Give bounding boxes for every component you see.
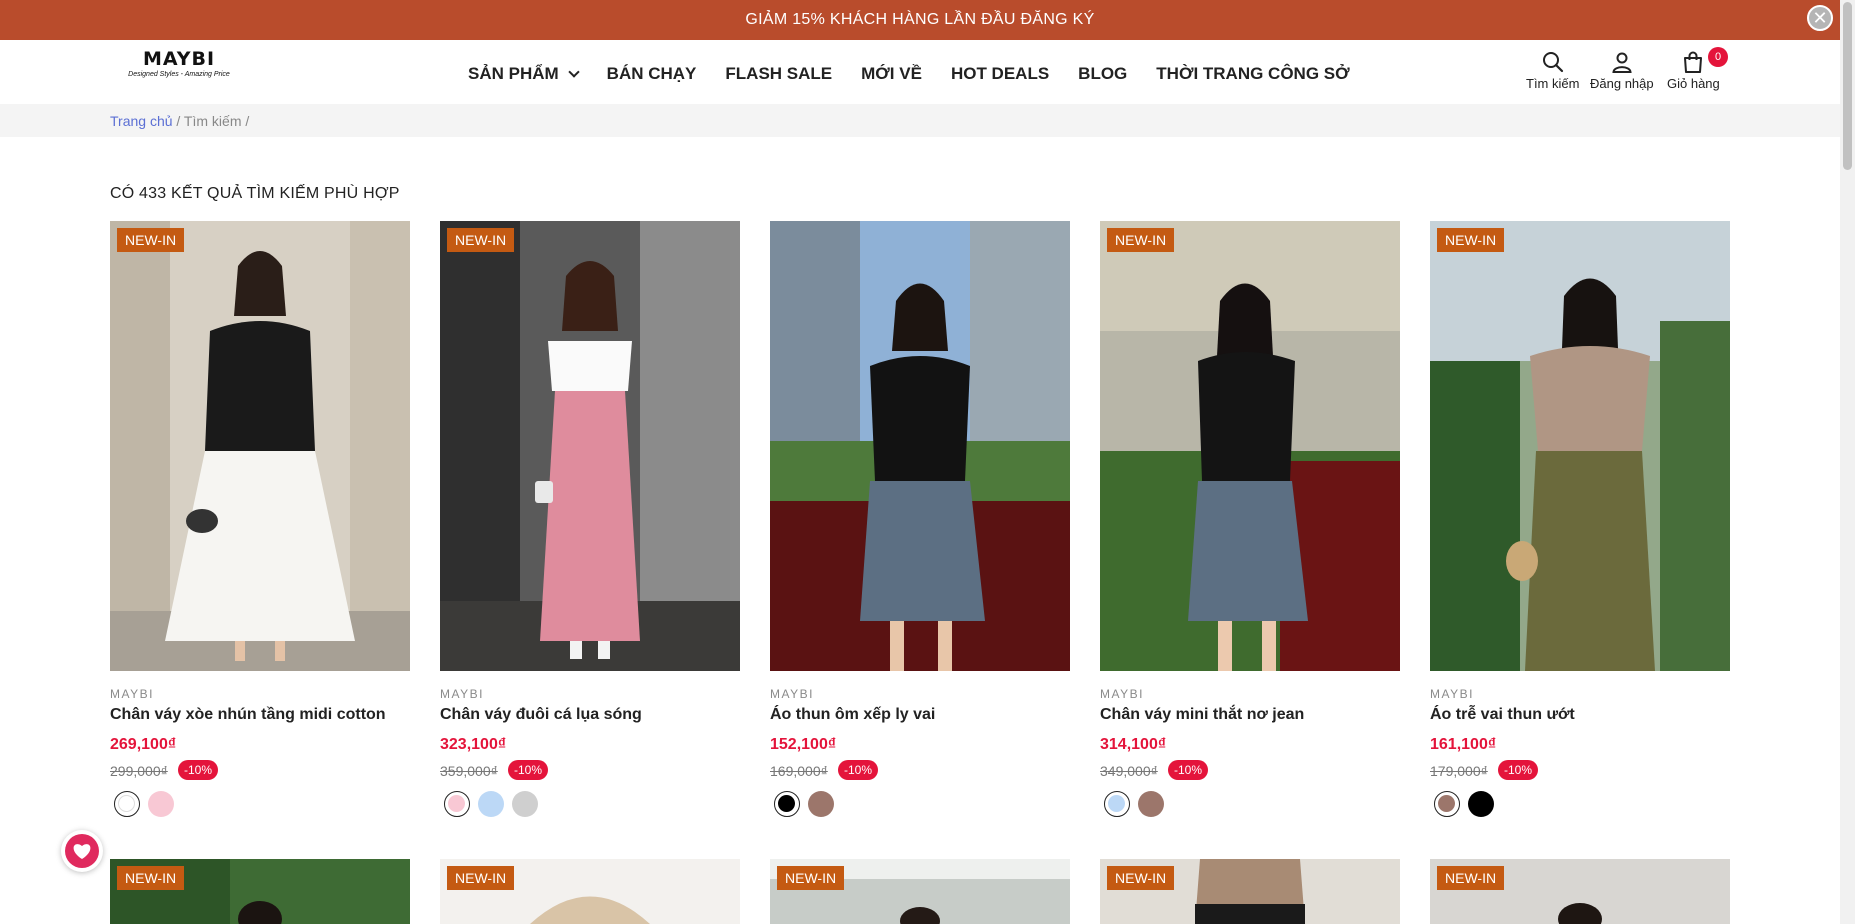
nav-item-office-fashion[interactable]: THỜI TRANG CÔNG SỞ (1156, 64, 1349, 84)
product-name[interactable]: Áo trễ vai thun ướt (1430, 706, 1575, 724)
new-in-badge: NEW-IN (1437, 228, 1505, 252)
search-button[interactable]: Tìm kiếm (1526, 50, 1579, 91)
product-old-price: 179,000₫ (1430, 763, 1488, 779)
product-card[interactable]: NEW-IN MAYBI Áo trễ vai thun ướt 161,100… (1430, 221, 1730, 821)
results-title: CÓ 433 KẾT QUẢ TÌM KIẾM PHÙ HỢP (110, 185, 400, 202)
nav-item-flash-sale[interactable]: FLASH SALE (725, 64, 832, 84)
product-card[interactable]: NEW-IN (770, 859, 1070, 924)
product-image[interactable]: NEW-IN (1100, 221, 1400, 671)
new-in-badge: NEW-IN (1107, 866, 1175, 890)
product-card[interactable]: NEW-IN (1430, 859, 1730, 924)
main-nav: SẢN PHẨM BÁN CHẠY FLASH SALE MỚI VỀ HOT … (468, 62, 1379, 86)
breadcrumb-bar: Trang chủ / Tìm kiếm / (0, 104, 1840, 137)
new-in-badge: NEW-IN (117, 866, 185, 890)
new-in-badge: NEW-IN (447, 866, 515, 890)
login-button[interactable]: Đăng nhập (1590, 50, 1654, 91)
cart-count-badge: 0 (1708, 47, 1728, 67)
favorites-button-inner (65, 834, 99, 868)
product-card[interactable]: NEW-IN (110, 859, 410, 924)
color-swatch-pink[interactable] (148, 791, 174, 817)
product-price: 152,100₫ (770, 736, 837, 753)
discount-badge: -10% (178, 760, 219, 780)
product-old-price: 169,000₫ (770, 763, 828, 779)
product-image[interactable]: NEW-IN (440, 221, 740, 671)
new-in-badge: NEW-IN (1437, 866, 1505, 890)
color-swatch-black[interactable] (774, 791, 800, 817)
new-in-badge: NEW-IN (117, 228, 185, 252)
site-header: MAYBI Designed Styles - Amazing Price SẢ… (0, 40, 1840, 104)
product-card[interactable]: MAYBI Áo thun ôm xếp ly vai 152,100₫ 169… (770, 221, 1070, 821)
product-price: 161,100₫ (1430, 736, 1497, 753)
product-price: 323,100₫ (440, 736, 507, 753)
new-in-badge: NEW-IN (447, 228, 515, 252)
color-swatch-black[interactable] (1468, 791, 1494, 817)
new-in-badge: NEW-IN (1107, 228, 1175, 252)
favorites-button[interactable] (61, 830, 103, 872)
nav-item-best-sellers[interactable]: BÁN CHẠY (607, 64, 697, 84)
close-icon[interactable]: ✕ (1807, 5, 1833, 31)
nav-item-products[interactable]: SẢN PHẨM (468, 64, 580, 84)
shopping-bag-icon (1684, 51, 1703, 73)
product-name[interactable]: Áo thun ôm xếp ly vai (770, 706, 935, 724)
product-brand: MAYBI (440, 687, 484, 701)
discount-badge: -10% (838, 760, 879, 780)
product-name[interactable]: Chân váy đuôi cá lụa sóng (440, 706, 642, 724)
product-card[interactable]: NEW-IN MAYBI Chân váy xòe nhún tầng midi… (110, 221, 410, 821)
promo-text: GIẢM 15% KHÁCH HÀNG LẦN ĐẦU ĐĂNG KÝ (745, 11, 1095, 28)
page-scrollbar[interactable] (1840, 0, 1855, 924)
breadcrumb-current: / Tìm kiếm / (176, 113, 250, 129)
product-card[interactable]: NEW-IN (440, 859, 740, 924)
color-swatch-pink[interactable] (444, 791, 470, 817)
chevron-down-icon (568, 65, 580, 78)
product-old-price: 349,000₫ (1100, 763, 1158, 779)
search-label: Tìm kiếm (1526, 76, 1580, 91)
nav-item-blog[interactable]: BLOG (1078, 64, 1127, 84)
product-brand: MAYBI (1430, 687, 1474, 701)
product-image[interactable] (770, 221, 1070, 671)
breadcrumb-home-link[interactable]: Trang chủ (110, 113, 173, 129)
promo-bar: GIẢM 15% KHÁCH HÀNG LẦN ĐẦU ĐĂNG KÝ (0, 0, 1840, 40)
nav-item-hot-deals[interactable]: HOT DEALS (951, 64, 1049, 84)
product-card[interactable]: NEW-IN MAYBI Chân váy đuôi cá lụa sóng 3… (440, 221, 740, 821)
logo-tagline: Designed Styles - Amazing Price (128, 71, 230, 78)
nav-item-new-arrivals[interactable]: MỚI VỀ (861, 64, 922, 84)
product-name[interactable]: Chân váy mini thắt nơ jean (1100, 706, 1304, 724)
color-swatch-grey[interactable] (512, 791, 538, 817)
discount-badge: -10% (1168, 760, 1209, 780)
product-card[interactable]: NEW-IN MAYBI Chân váy mini thắt nơ jean … (1100, 221, 1400, 821)
cart-label: Giỏ hàng (1667, 76, 1720, 91)
breadcrumb: Trang chủ / Tìm kiếm / (110, 113, 249, 129)
nav-item-label: SẢN PHẨM (468, 64, 559, 83)
product-brand: MAYBI (1100, 687, 1144, 701)
discount-badge: -10% (508, 760, 549, 780)
product-old-price: 359,000₫ (440, 763, 498, 779)
product-brand: MAYBI (770, 687, 814, 701)
site-logo[interactable]: MAYBI Designed Styles - Amazing Price (116, 49, 242, 89)
scrollbar-thumb[interactable] (1843, 2, 1852, 170)
color-swatch-white[interactable] (114, 791, 140, 817)
color-swatch-brown[interactable] (1138, 791, 1164, 817)
login-label: Đăng nhập (1590, 76, 1654, 91)
product-price: 269,100₫ (110, 736, 177, 753)
discount-badge: -10% (1498, 760, 1539, 780)
color-swatch-blue[interactable] (478, 791, 504, 817)
product-card[interactable]: NEW-IN (1100, 859, 1400, 924)
product-image[interactable]: NEW-IN (1430, 221, 1730, 671)
color-swatch-blue[interactable] (1104, 791, 1130, 817)
search-icon (1542, 52, 1563, 73)
new-in-badge: NEW-IN (777, 866, 845, 890)
product-old-price: 299,000₫ (110, 763, 168, 779)
user-icon (1612, 52, 1632, 73)
color-swatch-brown[interactable] (808, 791, 834, 817)
heart-icon (73, 844, 91, 859)
product-price: 314,100₫ (1100, 736, 1167, 753)
product-image[interactable]: NEW-IN (110, 221, 410, 671)
product-brand: MAYBI (110, 687, 154, 701)
logo-wordmark: MAYBI (142, 48, 216, 70)
color-swatch-brown[interactable] (1434, 791, 1460, 817)
product-name[interactable]: Chân váy xòe nhún tầng midi cotton (110, 706, 386, 724)
